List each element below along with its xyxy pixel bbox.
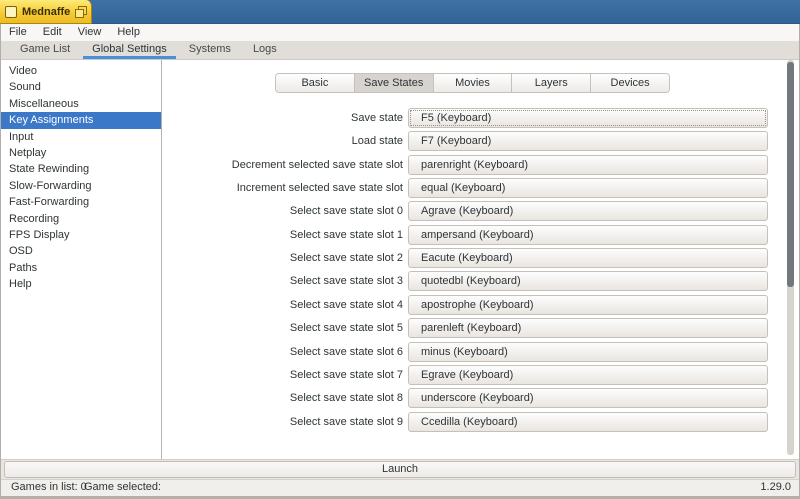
binding-label: Select save state slot 2 bbox=[162, 248, 403, 268]
binding-label: Select save state slot 6 bbox=[162, 342, 403, 362]
binding-row: Select save state slot 1ampersand (Keybo… bbox=[162, 225, 799, 245]
games-in-list-status: Games in list: 0 bbox=[11, 480, 87, 495]
titlebar-tab[interactable]: Mednaffe bbox=[0, 0, 92, 24]
subtab-save-states[interactable]: Save States bbox=[355, 74, 434, 92]
sidebar-item-paths[interactable]: Paths bbox=[1, 260, 161, 276]
binding-label: Decrement selected save state slot bbox=[162, 155, 403, 175]
binding-row: Select save state slot 9Ccedilla (Keyboa… bbox=[162, 412, 799, 432]
subtab-layers[interactable]: Layers bbox=[512, 74, 591, 92]
binding-value-button-decrement-selected-save-state-slot[interactable]: parenright (Keyboard) bbox=[408, 155, 768, 175]
binding-value-button-select-save-state-slot-7[interactable]: Egrave (Keyboard) bbox=[408, 365, 768, 385]
statusbar: Games in list: 0 Game selected: 1.29.0 bbox=[1, 479, 799, 496]
binding-value-button-load-state[interactable]: F7 (Keyboard) bbox=[408, 131, 768, 151]
main-tabstrip: Game ListGlobal SettingsSystemsLogs bbox=[1, 41, 799, 60]
binding-label: Select save state slot 0 bbox=[162, 201, 403, 221]
sidebar-item-fps-display[interactable]: FPS Display bbox=[1, 227, 161, 243]
game-selected-status: Game selected: bbox=[84, 480, 161, 495]
binding-row: Select save state slot 0Agrave (Keyboard… bbox=[162, 201, 799, 221]
sidebar-item-state-rewinding[interactable]: State Rewinding bbox=[1, 161, 161, 177]
binding-value-button-select-save-state-slot-3[interactable]: quotedbl (Keyboard) bbox=[408, 271, 768, 291]
sidebar-item-slow-forwarding[interactable]: Slow-Forwarding bbox=[1, 178, 161, 194]
subtab-basic[interactable]: Basic bbox=[276, 74, 355, 92]
sidebar-item-netplay[interactable]: Netplay bbox=[1, 145, 161, 161]
binding-value-button-select-save-state-slot-8[interactable]: underscore (Keyboard) bbox=[408, 388, 768, 408]
mednaffe-window: Mednaffe FileEditViewHelp Game ListGloba… bbox=[0, 0, 800, 499]
sidebar-item-video[interactable]: Video bbox=[1, 63, 161, 79]
menu-view[interactable]: View bbox=[70, 24, 110, 41]
tab-game-list[interactable]: Game List bbox=[11, 41, 79, 59]
sidebar-item-fast-forwarding[interactable]: Fast-Forwarding bbox=[1, 194, 161, 210]
binding-label: Load state bbox=[162, 131, 403, 151]
sidebar-item-help[interactable]: Help bbox=[1, 276, 161, 292]
binding-label: Save state bbox=[162, 108, 403, 128]
binding-label: Select save state slot 9 bbox=[162, 412, 403, 432]
sidebar-item-key-assignments[interactable]: Key Assignments bbox=[1, 112, 161, 128]
tab-logs[interactable]: Logs bbox=[244, 41, 286, 59]
tab-global-settings[interactable]: Global Settings bbox=[83, 41, 176, 59]
binding-row: Select save state slot 8underscore (Keyb… bbox=[162, 388, 799, 408]
binding-label: Select save state slot 5 bbox=[162, 318, 403, 338]
binding-row: Save stateF5 (Keyboard) bbox=[162, 108, 799, 128]
binding-value-button-save-state[interactable]: F5 (Keyboard) bbox=[408, 108, 768, 128]
binding-label: Select save state slot 8 bbox=[162, 388, 403, 408]
sidebar-item-miscellaneous[interactable]: Miscellaneous bbox=[1, 96, 161, 112]
binding-row: Select save state slot 7Egrave (Keyboard… bbox=[162, 365, 799, 385]
binding-row: Select save state slot 5parenleft (Keybo… bbox=[162, 318, 799, 338]
subtab-bar: BasicSave StatesMoviesLayersDevices bbox=[275, 73, 670, 93]
binding-label: Select save state slot 1 bbox=[162, 225, 403, 245]
binding-value-button-select-save-state-slot-1[interactable]: ampersand (Keyboard) bbox=[408, 225, 768, 245]
menubar: FileEditViewHelp bbox=[1, 24, 799, 41]
titlebar: Mednaffe bbox=[0, 0, 800, 24]
binding-row: Select save state slot 3quotedbl (Keyboa… bbox=[162, 271, 799, 291]
sidebar-item-osd[interactable]: OSD bbox=[1, 243, 161, 259]
binding-label: Select save state slot 3 bbox=[162, 271, 403, 291]
key-assignments-panel: BasicSave StatesMoviesLayersDevices Save… bbox=[162, 60, 799, 459]
binding-row: Load stateF7 (Keyboard) bbox=[162, 131, 799, 151]
binding-row: Increment selected save state slotequal … bbox=[162, 178, 799, 198]
window-border-left bbox=[0, 24, 1, 499]
window-title: Mednaffe bbox=[22, 6, 70, 18]
binding-value-button-select-save-state-slot-5[interactable]: parenleft (Keyboard) bbox=[408, 318, 768, 338]
binding-row: Select save state slot 4apostrophe (Keyb… bbox=[162, 295, 799, 315]
version-label: 1.29.0 bbox=[760, 480, 791, 495]
settings-sidebar: VideoSoundMiscellaneousKey AssignmentsIn… bbox=[1, 60, 162, 459]
binding-value-button-increment-selected-save-state-slot[interactable]: equal (Keyboard) bbox=[408, 178, 768, 198]
scrollbar-thumb[interactable] bbox=[787, 62, 794, 287]
binding-value-button-select-save-state-slot-2[interactable]: Eacute (Keyboard) bbox=[408, 248, 768, 268]
binding-value-button-select-save-state-slot-9[interactable]: Ccedilla (Keyboard) bbox=[408, 412, 768, 432]
launch-band: Launch bbox=[1, 459, 799, 479]
sidebar-item-recording[interactable]: Recording bbox=[1, 211, 161, 227]
sidebar-item-input[interactable]: Input bbox=[1, 129, 161, 145]
binding-row: Select save state slot 6minus (Keyboard) bbox=[162, 342, 799, 362]
binding-value-button-select-save-state-slot-0[interactable]: Agrave (Keyboard) bbox=[408, 201, 768, 221]
vertical-scrollbar[interactable] bbox=[787, 60, 794, 455]
subtab-devices[interactable]: Devices bbox=[591, 74, 669, 92]
tab-systems[interactable]: Systems bbox=[180, 41, 240, 59]
settings-body: VideoSoundMiscellaneousKey AssignmentsIn… bbox=[1, 60, 799, 459]
subtab-movies[interactable]: Movies bbox=[434, 74, 513, 92]
binding-label: Select save state slot 4 bbox=[162, 295, 403, 315]
binding-label: Increment selected save state slot bbox=[162, 178, 403, 198]
sidebar-item-sound[interactable]: Sound bbox=[1, 79, 161, 95]
binding-value-button-select-save-state-slot-6[interactable]: minus (Keyboard) bbox=[408, 342, 768, 362]
binding-label: Select save state slot 7 bbox=[162, 365, 403, 385]
binding-row: Decrement selected save state slotparenr… bbox=[162, 155, 799, 175]
binding-value-button-select-save-state-slot-4[interactable]: apostrophe (Keyboard) bbox=[408, 295, 768, 315]
launch-button[interactable]: Launch bbox=[4, 461, 796, 478]
menu-help[interactable]: Help bbox=[109, 24, 148, 41]
menu-file[interactable]: File bbox=[1, 24, 35, 41]
menu-edit[interactable]: Edit bbox=[35, 24, 70, 41]
binding-row: Select save state slot 2Eacute (Keyboard… bbox=[162, 248, 799, 268]
restore-icon[interactable] bbox=[75, 6, 87, 18]
window-menu-icon[interactable] bbox=[5, 6, 17, 18]
